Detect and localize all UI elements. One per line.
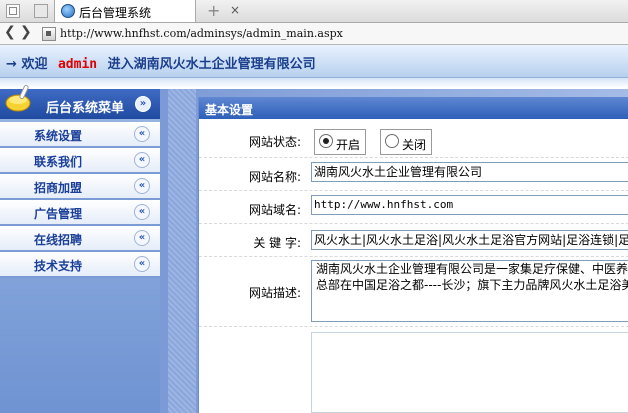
status-row: 网站状态: 开启 关闭 bbox=[199, 124, 628, 158]
chevron-double-left-icon[interactable]: « bbox=[134, 178, 150, 194]
tab-title: 后台管理系统 bbox=[79, 6, 152, 20]
sidebar-item-label: 联系我们 bbox=[34, 155, 83, 169]
name-label: 网站名称: bbox=[248, 170, 301, 184]
panel-title: 基本设置 bbox=[205, 103, 254, 117]
status-label: 网站状态: bbox=[248, 135, 301, 149]
frame-splitter[interactable] bbox=[168, 89, 196, 413]
status-on-label[interactable]: 开启 bbox=[336, 136, 360, 153]
description-line: 总部在中国足浴之都----长沙；旗下主力品牌风火水土足浴美 bbox=[316, 278, 628, 292]
sidebar-item-contact-us[interactable]: 联系我们 « bbox=[0, 148, 160, 174]
panel-title-bar: 基本设置 bbox=[199, 97, 628, 119]
collapse-menu-icon[interactable]: » bbox=[135, 96, 151, 112]
broom-logo-icon bbox=[5, 84, 31, 112]
page-icon bbox=[42, 27, 56, 41]
close-icon[interactable]: × bbox=[230, 3, 240, 17]
globe-icon bbox=[61, 4, 75, 18]
chevron-double-left-icon[interactable]: « bbox=[134, 230, 150, 246]
sidebar-item-system-settings[interactable]: 系统设置 « bbox=[0, 122, 160, 148]
name-row: 网站名称: 湖南风火水土企业管理有限公司 bbox=[199, 159, 628, 191]
status-on-radio[interactable] bbox=[319, 134, 333, 148]
chevron-left-icon[interactable]: ❮ bbox=[4, 24, 16, 40]
sidebar-item-label: 在线招聘 bbox=[34, 233, 83, 247]
username: admin bbox=[57, 57, 98, 72]
chevron-double-left-icon[interactable]: « bbox=[134, 152, 150, 168]
url-input[interactable]: http://www.hnfhst.com/adminsys/admin_mai… bbox=[60, 27, 343, 40]
browser-tab-strip: 后台管理系统 × + bbox=[0, 0, 628, 23]
status-off-radio[interactable] bbox=[385, 134, 399, 148]
address-bar: ❮ ❯ http://www.hnfhst.com/adminsys/admin… bbox=[0, 23, 628, 45]
welcome-banner: → 欢迎 admin 进入湖南风火水土企业管理有限公司 bbox=[0, 45, 628, 78]
chevron-double-left-icon[interactable]: « bbox=[134, 126, 150, 142]
banner-divider bbox=[0, 78, 628, 88]
sidebar-item-label: 广告管理 bbox=[34, 207, 83, 221]
domain-label: 网站域名: bbox=[248, 203, 301, 217]
description-label: 网站描述: bbox=[248, 286, 301, 300]
description-row: 网站描述: 湖南风火水土企业管理有限公司是一家集足疗保健、中医养 总部在中国足浴… bbox=[199, 258, 628, 327]
chevron-double-left-icon[interactable]: « bbox=[134, 256, 150, 272]
description-line: 湖南风火水土企业管理有限公司是一家集足疗保健、中医养 bbox=[316, 262, 628, 276]
menu-header: 后台系统菜单 » bbox=[0, 84, 160, 119]
keywords-input[interactable]: 风火水土|风火水土足浴|风火水土足浴官方网站|足浴连锁|足 bbox=[311, 230, 628, 250]
status-off-label[interactable]: 关闭 bbox=[402, 136, 426, 153]
sidebar-item-ads[interactable]: 广告管理 « bbox=[0, 200, 160, 226]
arrow-icon: → bbox=[6, 57, 17, 72]
site-domain-input[interactable]: http://www.hnfhst.com bbox=[311, 195, 628, 215]
chevron-double-left-icon[interactable]: « bbox=[134, 204, 150, 220]
settings-panel: 基本设置 网站状态: 开启 关闭 网站名称: 湖南风火水土企业管理有限公司 网站… bbox=[198, 97, 628, 413]
window-restore-icon[interactable] bbox=[6, 4, 20, 18]
welcome-text: → 欢迎 admin 进入湖南风火水土企业管理有限公司 bbox=[6, 53, 316, 72]
menu-title: 后台系统菜单 bbox=[46, 101, 125, 116]
chevron-right-icon[interactable]: ❯ bbox=[20, 24, 32, 40]
sidebar-item-recruitment[interactable]: 在线招聘 « bbox=[0, 226, 160, 252]
sidebar-item-label: 系统设置 bbox=[34, 129, 83, 143]
keywords-label: 关 键 字: bbox=[253, 236, 301, 250]
sidebar-item-label: 技术支持 bbox=[34, 259, 83, 273]
description-textarea[interactable]: 湖南风火水土企业管理有限公司是一家集足疗保健、中医养 总部在中国足浴之都----… bbox=[311, 260, 628, 322]
sidebar-item-label: 招商加盟 bbox=[34, 181, 83, 195]
company-name: 进入湖南风火水土企业管理有限公司 bbox=[107, 57, 316, 72]
content-editor-area[interactable] bbox=[311, 332, 628, 413]
keywords-row: 关 键 字: 风火水土|风火水土足浴|风火水土足浴官方网站|足浴连锁|足 bbox=[199, 225, 628, 257]
sidebar-item-tech-support[interactable]: 技术支持 « bbox=[0, 252, 160, 278]
window-tab-icon[interactable] bbox=[34, 4, 48, 18]
sidebar: 后台系统菜单 » 系统设置 « 联系我们 « 招商加盟 « 广告管理 « 在线招… bbox=[0, 84, 160, 413]
new-tab-icon[interactable]: + bbox=[207, 1, 220, 20]
sidebar-item-franchise[interactable]: 招商加盟 « bbox=[0, 174, 160, 200]
welcome-prefix: 欢迎 bbox=[21, 57, 48, 72]
site-name-input[interactable]: 湖南风火水土企业管理有限公司 bbox=[311, 162, 628, 182]
domain-row: 网站域名: http://www.hnfhst.com bbox=[199, 192, 628, 224]
browser-tab[interactable]: 后台管理系统 × bbox=[54, 0, 240, 22]
